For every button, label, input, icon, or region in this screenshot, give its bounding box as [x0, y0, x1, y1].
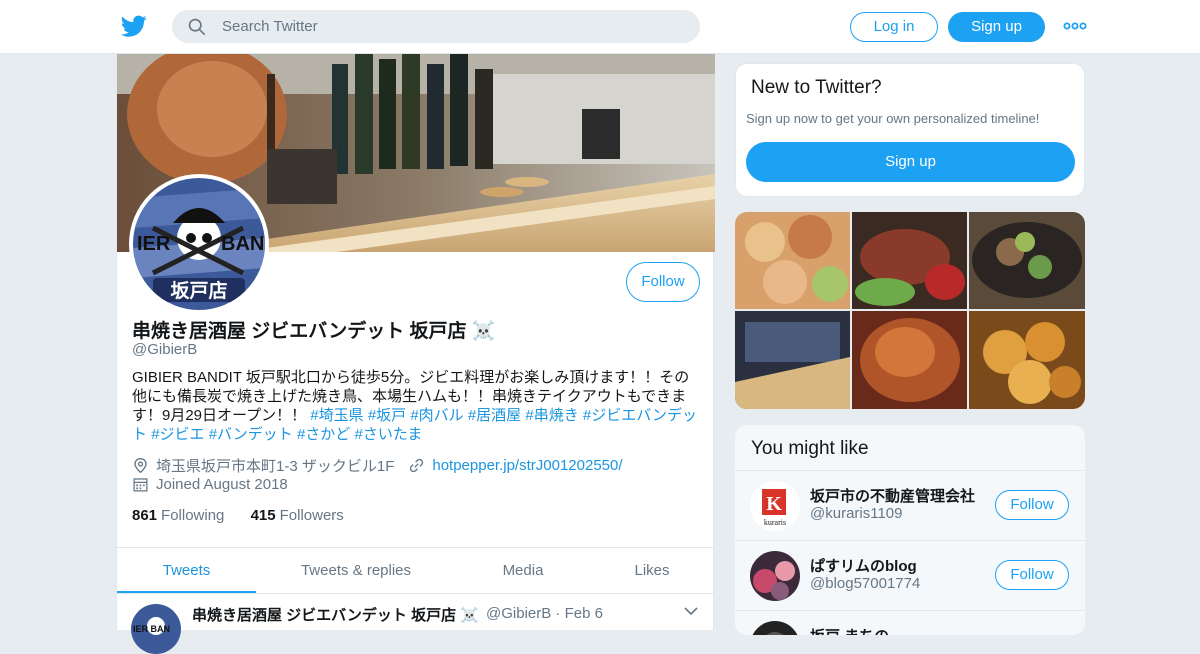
- profile-website-link[interactable]: hotpepper.jp/strJ001202550/: [432, 457, 622, 474]
- sidebar-signup-button[interactable]: Sign up: [746, 142, 1075, 182]
- profile-stats: 861 Following 415 Followers: [132, 507, 366, 524]
- followers-stat[interactable]: 415 Followers: [251, 507, 344, 524]
- signup-button[interactable]: Sign up: [948, 12, 1045, 42]
- tab-media[interactable]: Media: [456, 548, 590, 593]
- hashtag-link[interactable]: #さかど: [297, 426, 350, 443]
- media-photo-6[interactable]: [969, 311, 1085, 409]
- media-photo-4[interactable]: [735, 311, 850, 409]
- tweet-avatar-logo: IER BAN: [133, 624, 170, 634]
- profile-meta-row: 埼玉県坂戸市本町1-3 ザックビル1F hotpepper.jp/strJ001…: [132, 455, 623, 476]
- profile-location: 埼玉県坂戸市本町1-3 ザックビル1F: [156, 458, 395, 475]
- suggestion-item[interactable]: K kuraris 坂戸市の不動産管理会社 @kuraris1109 Follo…: [735, 470, 1085, 540]
- link-icon: [410, 458, 424, 473]
- hashtag-link[interactable]: #ジビエ: [151, 426, 204, 443]
- avatar-logo-left: IER: [137, 233, 171, 255]
- media-gallery: [735, 212, 1085, 409]
- suggestion-avatar[interactable]: K kuraris: [750, 481, 800, 531]
- login-button[interactable]: Log in: [850, 12, 938, 42]
- hashtag-link[interactable]: #肉バル: [410, 407, 463, 424]
- following-count: 861: [132, 507, 158, 524]
- more-dots-icon[interactable]: [1063, 18, 1087, 34]
- profile-avatar[interactable]: IER BAN 坂戸店: [129, 174, 269, 314]
- new-to-twitter-card: New to Twitter? Sign up now to get your …: [735, 63, 1085, 197]
- new-to-twitter-text: Sign up now to get your own personalized…: [746, 111, 1040, 126]
- new-to-twitter-title: New to Twitter?: [751, 77, 882, 98]
- calendar-icon: [133, 478, 148, 492]
- tweet-meta: @GibierB · Feb 6: [486, 605, 603, 622]
- following-stat[interactable]: 861 Following: [132, 507, 224, 524]
- profile-joined-row: Joined August 2018: [132, 476, 288, 493]
- profile-handle: @GibierB: [132, 341, 198, 358]
- tweet-author-name[interactable]: 串焼き居酒屋 ジビエバンデット 坂戸店 ☠️: [192, 604, 479, 625]
- suggestion-avatar[interactable]: [750, 551, 800, 601]
- suggestion-item[interactable]: ぱすリムのblog @blog57001774 Follow: [735, 540, 1085, 610]
- you-might-like-title: You might like: [751, 438, 869, 459]
- avatar-logo-right: BAN: [221, 233, 264, 255]
- suggestion-name[interactable]: 坂戸 まちの: [810, 625, 980, 635]
- suggestion-handle: @kuraris1109: [810, 505, 903, 522]
- suggestion-name[interactable]: 坂戸市の不動産管理会社: [810, 485, 980, 506]
- suggestion-avatar-letter: K: [766, 493, 782, 515]
- following-label: Following: [161, 507, 225, 524]
- suggestion-follow-button[interactable]: Follow: [995, 560, 1069, 590]
- profile-column: IER BAN 坂戸店 Follow 串焼き居酒屋 ジビエバンデット 坂戸店 ☠…: [116, 54, 715, 654]
- suggestion-name[interactable]: ぱすリムのblog: [810, 555, 980, 576]
- hashtag-link[interactable]: #さいたま: [354, 426, 422, 443]
- profile-tabs: Tweets Tweets & replies Media Likes: [117, 547, 715, 594]
- suggestion-avatar[interactable]: [750, 621, 800, 635]
- avatar-store-text: 坂戸店: [170, 279, 227, 302]
- profile-joined-date: Joined August 2018: [156, 476, 288, 493]
- search-input[interactable]: [222, 10, 682, 43]
- search-box[interactable]: [172, 10, 700, 43]
- suggestion-follow-button[interactable]: Follow: [995, 490, 1069, 520]
- chevron-down-icon[interactable]: [684, 606, 698, 616]
- hashtag-link[interactable]: #串焼き: [525, 407, 578, 424]
- hashtag-link[interactable]: #坂戸: [368, 407, 406, 424]
- location-pin-icon: [134, 458, 147, 474]
- tab-likes[interactable]: Likes: [590, 548, 714, 593]
- tab-tweets-replies[interactable]: Tweets & replies: [256, 548, 456, 593]
- suggestion-handle: @blog57001774: [810, 575, 921, 592]
- media-photo-3[interactable]: [969, 212, 1085, 309]
- media-photo-2[interactable]: [852, 212, 967, 309]
- follow-button[interactable]: Follow: [626, 262, 700, 302]
- profile-name: 串焼き居酒屋 ジビエバンデット 坂戸店 ☠️: [132, 321, 496, 342]
- followers-label: Followers: [279, 507, 344, 524]
- media-photo-5[interactable]: [852, 311, 967, 409]
- suggestion-item[interactable]: 坂戸 まちの: [735, 610, 1085, 635]
- you-might-like-card: You might like K kuraris 坂戸市の不動産管理会社 @ku…: [735, 425, 1085, 635]
- suggestion-avatar-text: kuraris: [764, 518, 786, 527]
- hashtag-link[interactable]: #居酒屋: [468, 407, 521, 424]
- media-photo-1[interactable]: [735, 212, 850, 309]
- search-icon: [188, 18, 206, 36]
- tweet-avatar[interactable]: IER BAN: [131, 604, 181, 654]
- twitter-bird-icon[interactable]: [120, 13, 148, 39]
- tweet-item[interactable]: IER BAN 串焼き居酒屋 ジビエバンデット 坂戸店 ☠️ @GibierB …: [117, 594, 715, 654]
- tab-tweets[interactable]: Tweets: [117, 548, 256, 593]
- hashtag-link[interactable]: #バンデット: [209, 426, 293, 443]
- hashtag-link[interactable]: #埼玉県: [310, 407, 363, 424]
- profile-bio: GIBIER BANDIT 坂戸駅北口から徒歩5分。ジビエ料理がお楽しみ頂けます…: [132, 368, 702, 444]
- followers-count: 415: [250, 507, 276, 524]
- top-navigation-bar: Log in Sign up: [0, 0, 1200, 54]
